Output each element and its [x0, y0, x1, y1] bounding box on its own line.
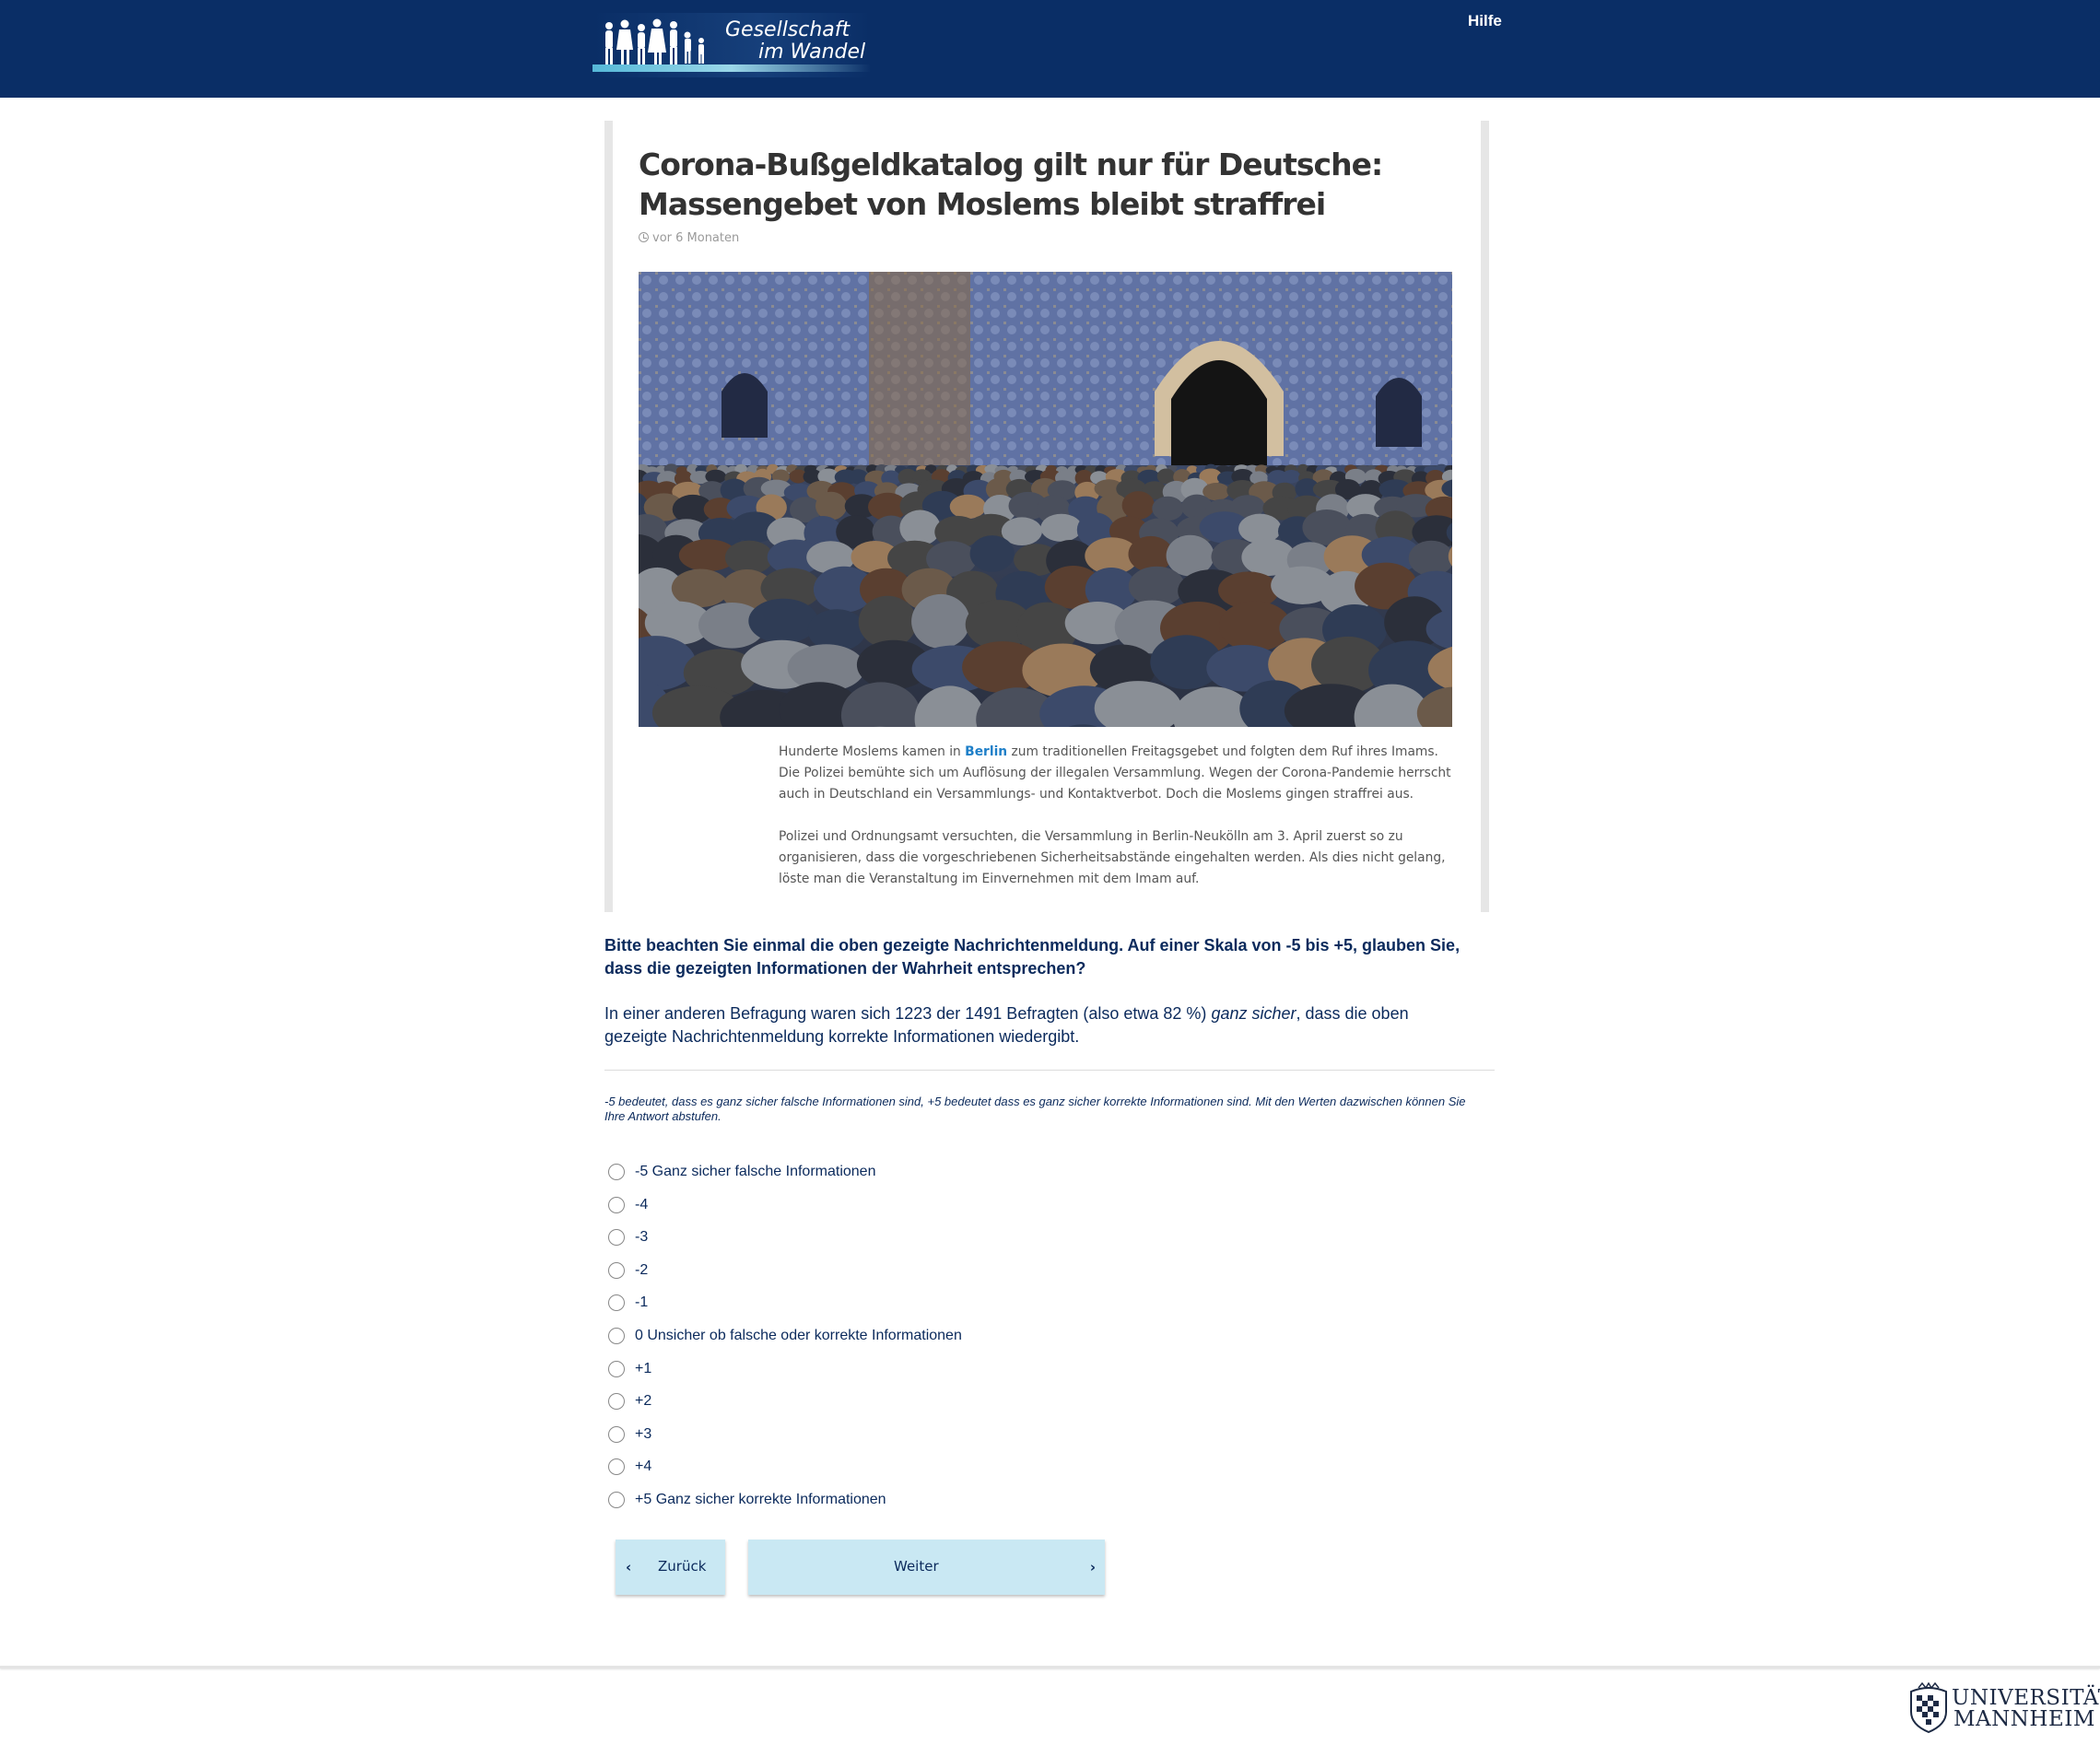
radio-button[interactable]	[608, 1229, 625, 1247]
option-minus-1[interactable]: -1	[608, 1291, 648, 1315]
option-minus-3[interactable]: -3	[608, 1225, 648, 1249]
option-label: 0 Unsicher ob falsche oder korrekte Info…	[635, 1328, 962, 1343]
logo-text-line2: im Wandel	[758, 41, 866, 64]
radio-button[interactable]	[608, 1261, 625, 1279]
university-logo[interactable]: UNIVERSITÄT MANNHEIM	[1906, 1679, 2100, 1736]
next-button[interactable]: Weiter ›	[748, 1540, 1105, 1595]
article-title-line1: Corona-Bußgeldkatalog gilt nur für Deuts…	[639, 146, 1383, 182]
university-seal-icon	[1910, 1682, 1947, 1734]
worshipper-shape	[949, 494, 987, 520]
berlin-link[interactable]: Berlin	[965, 744, 1007, 759]
radio-button[interactable]	[608, 1425, 625, 1443]
worshipper-shape	[969, 535, 1015, 572]
chevron-left-icon: ‹	[626, 1559, 632, 1575]
logo-text-line1: Gesellschaft	[725, 18, 851, 41]
top-bar: Gesellschaft im Wandel Hilfe	[0, 0, 2100, 98]
worshipper-shape	[705, 469, 726, 484]
scale-hint: -5 bedeutet, dass es ganz sicher falsche…	[604, 1095, 1466, 1123]
help-link[interactable]: Hilfe	[1468, 12, 1502, 30]
worshipper-shape	[1282, 470, 1301, 484]
worshipper-shape	[858, 595, 917, 649]
radio-button[interactable]	[608, 1393, 625, 1411]
worshipper-shape	[807, 609, 866, 651]
option-label: -3	[635, 1229, 649, 1246]
option-0[interactable]: 0 Unsicher ob falsche oder korrekte Info…	[608, 1324, 962, 1348]
worshipper-shape	[911, 593, 970, 649]
radio-button[interactable]	[608, 1328, 625, 1344]
radio-button[interactable]	[608, 1196, 625, 1213]
option-label: -1	[635, 1294, 649, 1311]
back-button[interactable]: ‹ Zurück	[616, 1540, 725, 1595]
option-label: -4	[635, 1196, 649, 1212]
article-date-text: vor 6 Monaten	[652, 231, 740, 245]
worshipper-shape	[748, 598, 818, 644]
university-name-line2: MANNHEIM	[1953, 1707, 2095, 1731]
info-text: In einer anderen Befragung waren sich 12…	[604, 1002, 1471, 1048]
option-label: +2	[635, 1393, 652, 1410]
option-plus-3[interactable]: +3	[608, 1423, 651, 1446]
radio-button[interactable]	[608, 1360, 625, 1377]
worshipper-shape	[1040, 513, 1083, 542]
question-text: Bitte beachten Sie einmal die oben gezei…	[604, 936, 1461, 978]
option-label: -2	[635, 1261, 649, 1278]
info-emphasis: ganz sicher	[1211, 1004, 1296, 1023]
option-minus-5[interactable]: -5 Ganz sicher falsche Informationen	[608, 1160, 875, 1184]
footer-divider	[0, 1666, 2100, 1669]
option-label: +5 Ganz sicher korrekte Informationen	[635, 1492, 886, 1507]
site-logo[interactable]: Gesellschaft im Wandel	[592, 13, 871, 77]
radio-button[interactable]	[608, 1458, 625, 1476]
article-p1-start: Hunderte Moslems kamen in	[779, 744, 966, 759]
mass-prayer-mosque-photo	[639, 272, 1452, 727]
article-title-line2: Massengebet von Moslems bleibt straffrei	[639, 186, 1326, 222]
article-date: vor 6 Monaten	[639, 231, 739, 245]
article-body: Hunderte Moslems kamen in Berlin zum tra…	[779, 742, 1456, 911]
divider	[604, 1070, 1495, 1071]
radio-button[interactable]	[608, 1294, 625, 1312]
option-label: +1	[635, 1360, 652, 1376]
article-paragraph-1: Hunderte Moslems kamen in Berlin zum tra…	[779, 742, 1456, 805]
worshipper-shape	[1408, 540, 1452, 577]
clock-icon	[639, 232, 649, 242]
worshipper-shape	[815, 491, 847, 521]
option-minus-2[interactable]: -2	[608, 1259, 648, 1282]
option-label: +4	[635, 1458, 652, 1475]
worshipper-shape	[1152, 496, 1184, 521]
option-plus-1[interactable]: +1	[608, 1357, 651, 1381]
people-silhouettes-icon	[605, 18, 704, 65]
radio-button[interactable]	[608, 1164, 625, 1180]
option-label: +3	[635, 1425, 652, 1442]
back-button-label: Zurück	[658, 1558, 707, 1575]
news-article-image: Corona-Bußgeldkatalog gilt nur für Deuts…	[604, 121, 1489, 912]
worshipper-shape	[1128, 566, 1185, 606]
worshipper-shape	[899, 509, 941, 546]
worshipper-shape	[724, 540, 774, 575]
article-title: Corona-Bußgeldkatalog gilt nur für Deuts…	[639, 145, 1468, 224]
option-plus-4[interactable]: +4	[608, 1455, 651, 1479]
logo-stripe	[592, 64, 871, 72]
info-start: In einer anderen Befragung waren sich 12…	[604, 1004, 1212, 1023]
option-plus-5[interactable]: +5 Ganz sicher korrekte Informationen	[608, 1488, 886, 1512]
option-minus-4[interactable]: -4	[608, 1193, 648, 1217]
radio-button[interactable]	[608, 1492, 625, 1508]
worshipper-shape	[1238, 513, 1282, 544]
article-paragraph-2: Polizei und Ordnungsamt versuchten, die …	[779, 829, 1446, 886]
option-label: -5 Ganz sicher falsche Informationen	[635, 1164, 876, 1179]
worshipper-shape	[1121, 491, 1155, 520]
option-plus-2[interactable]: +2	[608, 1389, 651, 1413]
next-button-label: Weiter	[894, 1558, 939, 1575]
chevron-right-icon: ›	[1089, 1559, 1096, 1575]
